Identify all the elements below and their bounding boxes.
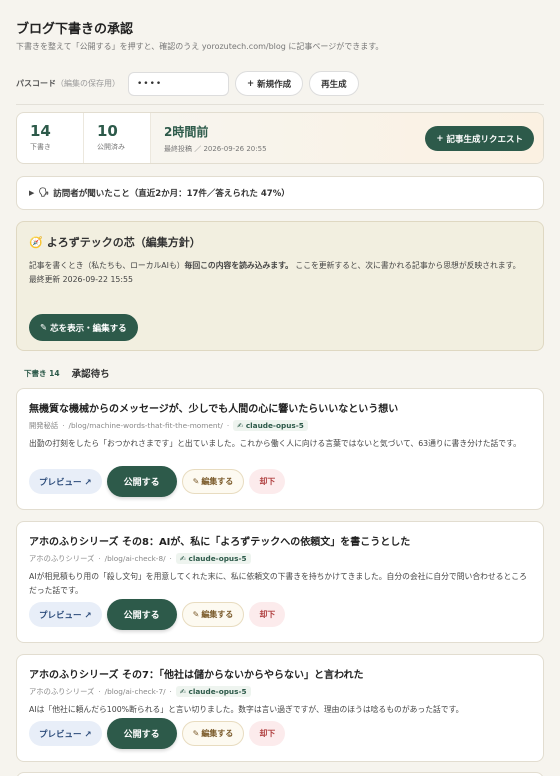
triangle-right-icon: ▶: [29, 189, 35, 197]
writing-hand-icon: ✍: [179, 554, 186, 563]
draft-description: 出勤の打刻をしたら「おつかれさまです」と出ていました。これから働く人に向ける言葉…: [29, 439, 521, 448]
next-draft-card-edge: [16, 772, 544, 776]
regenerate-button[interactable]: 再生成: [309, 71, 359, 96]
draft-actions: プレビュー ↗ 公開する ✎ 編集する 却下: [29, 718, 286, 749]
reject-button[interactable]: 却下: [249, 469, 286, 494]
new-button[interactable]: + 新規作成: [235, 71, 304, 96]
draft-actions: プレビュー ↗ 公開する ✎ 編集する 却下: [29, 466, 286, 497]
plus-icon: +: [436, 133, 444, 144]
passcode-input[interactable]: ••••: [128, 71, 229, 96]
reject-button[interactable]: 却下: [249, 602, 286, 627]
divider: [16, 104, 544, 105]
draft-card: アホのふりシリーズ その8：AIが、私に「よろずテックへの依頼文」を書こうとした…: [16, 521, 544, 643]
page: ブログ下書きの承認 下書きを整えて「公開する」を押すと、確認のうえ yorozu…: [0, 0, 560, 776]
pencil-icon: ✎: [192, 477, 200, 486]
draft-meta: アホのふりシリーズ ·/blog/ai-check-7/· ✍ claude-op…: [29, 686, 531, 697]
draft-description: AIが相見積もり用の「殺し文句」を用意してくれた末に、私に依頼文の下書きを持ちか…: [29, 572, 527, 595]
draft-count-badge: 下書き 14: [24, 368, 60, 378]
core-edit-button[interactable]: ✎ 芯を表示・編集する: [29, 314, 138, 341]
draft-title: アホのふりシリーズ その8：AIが、私に「よろずテックへの依頼文」を書こうとした: [29, 537, 411, 548]
draft-meta: アホのふりシリーズ ·/blog/ai-check-8/· ✍ claude-op…: [29, 553, 531, 564]
article-request-button[interactable]: + 記事生成リクエスト: [425, 126, 534, 151]
preview-button[interactable]: プレビュー ↗: [29, 602, 102, 627]
speaking-head-icon: 🗣: [38, 188, 50, 198]
draft-card: 無機質な機械からのメッセージが、少しでも人間の心に響いたらいいなという想い 開発…: [16, 388, 544, 510]
preview-button[interactable]: プレビュー ↗: [29, 469, 102, 494]
publish-button[interactable]: 公開する: [106, 599, 177, 630]
compass-icon: 🧭: [29, 235, 43, 249]
writing-hand-icon: ✍: [237, 421, 244, 430]
draft-card: アホのふりシリーズ その7：「他社は儲からないからやらない」と言われた アホのふ…: [16, 654, 544, 762]
reject-button[interactable]: 却下: [249, 721, 286, 746]
visitor-questions-toggle[interactable]: ▶ 🗣 訪問者が聞いたこと（直近2か月：17件／答えられた 47%）: [16, 176, 544, 210]
model-badge: ✍ claude-opus-5: [175, 553, 251, 564]
model-badge: ✍ claude-opus-5: [233, 420, 308, 431]
model-badge: ✍ claude-opus-5: [175, 686, 251, 697]
stat-drafts: 14 下書き: [17, 113, 84, 163]
draft-description: AIは「他社に頼んだら100%断られる」と言い切りました。数字は言い過ぎですが、…: [29, 705, 464, 714]
draft-meta: 開発秘話 ·/blog/machine-words-that-fit-the-mo…: [29, 420, 531, 431]
core-updated: 最終更新 2026-09-22 15:55: [29, 275, 133, 284]
stat-published: 10 公開済み: [84, 113, 151, 163]
page-subtitle: 下書きを整えて「公開する」を押すと、確認のうえ yorozutech.com/b…: [16, 42, 384, 51]
section-header: 下書き 14 承認待ち: [24, 366, 110, 381]
publish-button[interactable]: 公開する: [106, 466, 177, 497]
section-title: 承認待ち: [71, 369, 110, 380]
publish-button[interactable]: 公開する: [106, 718, 177, 749]
page-title: ブログ下書きの承認: [16, 22, 134, 37]
edit-button[interactable]: ✎ 編集する: [181, 721, 245, 746]
pencil-icon: ✎: [40, 322, 48, 333]
pencil-icon: ✎: [192, 610, 200, 619]
stats-panel: 14 下書き 10 公開済み 2時間前 最終投稿 ／ 2026-09-26 20…: [16, 112, 544, 164]
editorial-core-panel: 🧭 よろずテックの芯（編集方針） 記事を書くとき（私たちも、ローカルAIも）毎回こ…: [16, 221, 544, 351]
plus-icon: +: [247, 78, 255, 89]
edit-button[interactable]: ✎ 編集する: [181, 469, 245, 494]
writing-hand-icon: ✍: [179, 687, 186, 696]
passcode-row: パスコード（編集の保存用） •••• + 新規作成 再生成: [16, 71, 359, 96]
core-description: 記事を書くとき（私たちも、ローカルAIも）毎回この内容を読み込みます。 ここを更…: [29, 261, 521, 270]
preview-button[interactable]: プレビュー ↗: [29, 721, 102, 746]
draft-title: アホのふりシリーズ その7：「他社は儲からないからやらない」と言われた: [29, 670, 364, 681]
pencil-icon: ✎: [192, 729, 200, 738]
passcode-label: パスコード（編集の保存用）: [16, 79, 120, 88]
draft-title: 無機質な機械からのメッセージが、少しでも人間の心に響いたらいいなという想い: [29, 404, 399, 415]
stat-last-post: 2時間前 最終投稿 ／ 2026-09-26 20:55 + 記事生成リクエスト: [151, 113, 543, 163]
core-title: 🧭 よろずテックの芯（編集方針）: [29, 235, 201, 250]
draft-actions: プレビュー ↗ 公開する ✎ 編集する 却下: [29, 599, 286, 630]
edit-button[interactable]: ✎ 編集する: [181, 602, 245, 627]
